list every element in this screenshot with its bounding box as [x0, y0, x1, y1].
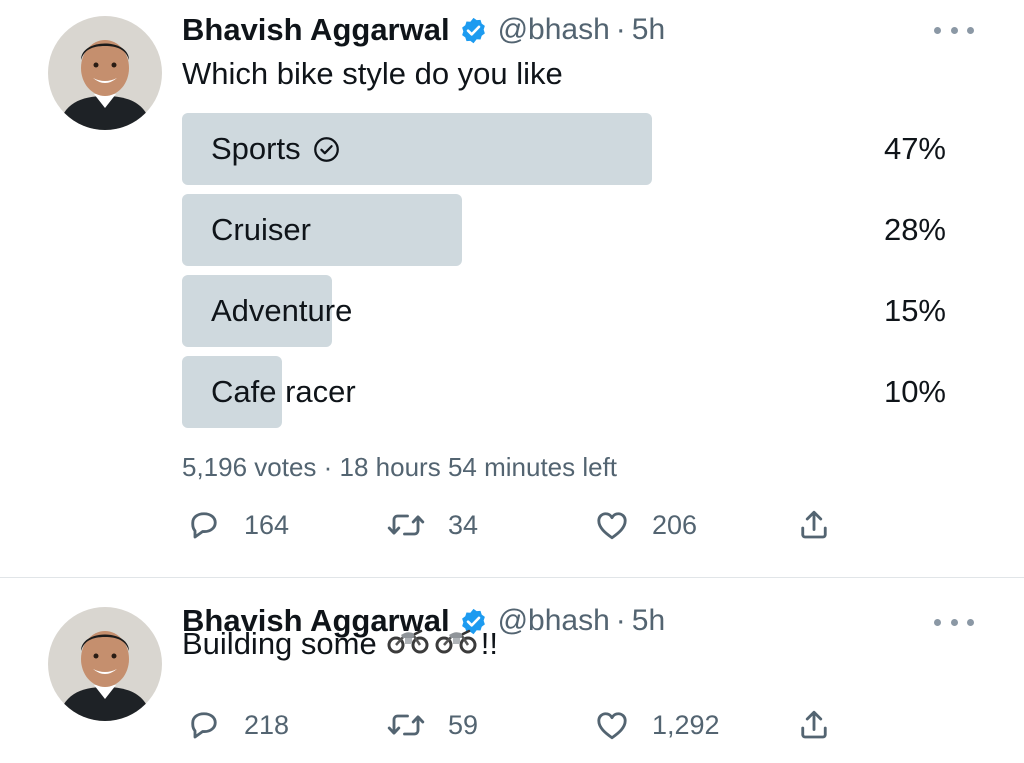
- tweet-text-body: Building some: [182, 626, 377, 661]
- tweet-actions: 164 34 206: [186, 505, 846, 545]
- motorcycle-emoji: [387, 626, 429, 662]
- like-icon: [594, 507, 630, 543]
- retweet-count: 34: [448, 509, 479, 540]
- poll-option: Cruiser 28%: [182, 194, 952, 266]
- separator: ·: [615, 13, 626, 46]
- avatar[interactable]: [48, 16, 162, 130]
- retweet-icon: [386, 707, 426, 743]
- share-icon: [796, 707, 832, 743]
- timestamp[interactable]: 5h: [632, 604, 665, 638]
- poll-option: Cafe racer 10%: [182, 356, 952, 428]
- author-name[interactable]: Bhavish Aggarwal: [182, 12, 450, 48]
- reply-button[interactable]: 218: [186, 705, 289, 745]
- share-button[interactable]: [796, 505, 832, 545]
- tweet-text: Which bike style do you like: [182, 56, 563, 91]
- verified-badge-icon: [459, 16, 488, 45]
- tweet-text: Building some !!: [182, 626, 498, 662]
- poll-option-label: Cafe racer: [211, 356, 356, 428]
- retweet-count: 59: [448, 709, 479, 740]
- poll-option-text: Sports: [211, 131, 301, 166]
- more-icon[interactable]: [934, 20, 974, 40]
- motorcycle-emoji-group: [387, 626, 477, 662]
- retweet-button[interactable]: 59: [386, 705, 478, 745]
- tweet[interactable]: Bhavish Aggarwal @bhash · 5h Building so…: [0, 579, 1024, 763]
- poll-option-percent: 47%: [883, 131, 946, 166]
- poll-option-text: Cafe racer: [211, 374, 356, 409]
- poll-option-percent: 15%: [883, 293, 946, 328]
- reply-icon: [186, 507, 222, 543]
- share-icon: [796, 507, 832, 543]
- reply-button[interactable]: 164: [186, 505, 289, 545]
- like-count: 1,292: [652, 709, 720, 740]
- poll-meta: 5,196 votes · 18 hours 54 minutes left: [182, 452, 618, 482]
- poll-option: Sports 47%: [182, 113, 952, 185]
- like-icon: [594, 707, 630, 743]
- reply-count: 164: [244, 509, 290, 540]
- more-icon[interactable]: [934, 612, 974, 632]
- like-button[interactable]: 206: [594, 505, 697, 545]
- separator: ·: [615, 604, 626, 637]
- retweet-icon: [386, 507, 426, 543]
- motorcycle-emoji: [435, 626, 477, 662]
- divider: [0, 577, 1024, 578]
- tweet-actions: 218 59 1,292: [186, 705, 846, 745]
- avatar[interactable]: [48, 607, 162, 721]
- share-button[interactable]: [796, 705, 832, 745]
- check-circle-icon: [313, 136, 340, 163]
- retweet-button[interactable]: 34: [386, 505, 478, 545]
- timestamp[interactable]: 5h: [632, 13, 665, 47]
- like-count: 206: [652, 509, 698, 540]
- tweet-header: Bhavish Aggarwal @bhash · 5h: [182, 10, 665, 50]
- poll-option-text: Cruiser: [211, 212, 311, 247]
- poll-option-percent: 10%: [883, 374, 946, 409]
- poll-option-percent: 28%: [883, 212, 946, 247]
- like-button[interactable]: 1,292: [594, 705, 720, 745]
- author-handle[interactable]: @bhash: [498, 604, 610, 638]
- tweet[interactable]: Bhavish Aggarwal @bhash · 5h Which bike …: [0, 0, 1024, 578]
- poll-option-label: Sports: [211, 113, 340, 185]
- reply-count: 218: [244, 709, 290, 740]
- reply-icon: [186, 707, 222, 743]
- poll-option-label: Adventure: [211, 275, 352, 347]
- poll-option-label: Cruiser: [211, 194, 311, 266]
- poll-option: Adventure 15%: [182, 275, 952, 347]
- author-handle[interactable]: @bhash: [498, 13, 610, 47]
- tweet-text-suffix: !!: [480, 626, 498, 661]
- poll-option-text: Adventure: [211, 293, 353, 328]
- poll: Sports 47% Cruiser 28% Adventure 15% Caf…: [182, 113, 952, 437]
